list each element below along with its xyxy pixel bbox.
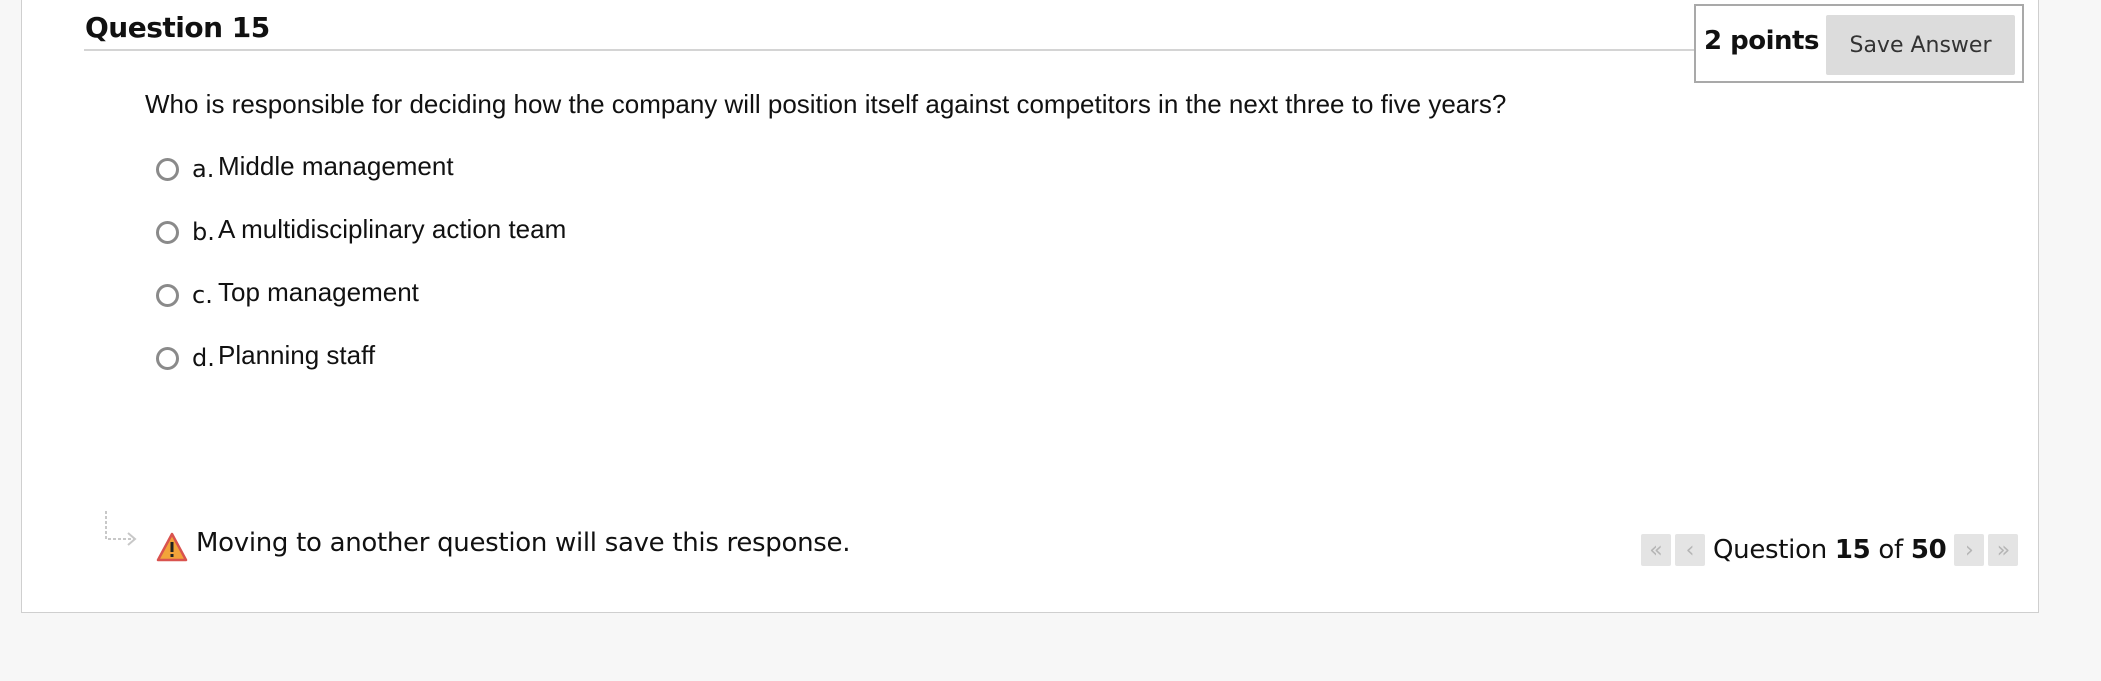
option-a[interactable]: a. Middle management <box>156 147 566 210</box>
first-question-button[interactable]: « <box>1641 534 1671 566</box>
radio-button[interactable] <box>156 158 179 181</box>
question-prompt: Who is responsible for deciding how the … <box>145 89 1507 119</box>
points-box: 2 points Save Answer <box>1694 4 2024 83</box>
option-b[interactable]: b. A multidisciplinary action team <box>156 210 566 273</box>
option-c[interactable]: c. Top management <box>156 273 566 336</box>
option-text: A multidisciplinary action team <box>218 214 567 244</box>
answer-options: a. Middle management b. A multidisciplin… <box>156 147 566 399</box>
nested-arrow-icon <box>105 511 137 546</box>
pager-current: 15 <box>1834 535 1871 565</box>
previous-question-button[interactable]: ‹ <box>1675 534 1705 566</box>
radio-button[interactable] <box>156 221 179 244</box>
radio-button[interactable] <box>156 284 179 307</box>
radio-button[interactable] <box>156 347 179 370</box>
question-pager: « ‹ Question 15 of 50 › » <box>1641 532 2022 568</box>
save-answer-button[interactable]: Save Answer <box>1826 15 2015 75</box>
question-title: Question 15 <box>85 11 270 44</box>
pager-label: Question 15 of 50 <box>1713 535 1947 565</box>
last-question-button[interactable]: » <box>1988 534 2019 566</box>
option-letter: a. <box>192 155 215 183</box>
points-label: 2 points <box>1704 26 1819 56</box>
question-header: Question 15 <box>84 9 1694 51</box>
pager-prefix: Question <box>1713 535 1827 565</box>
option-letter: c. <box>192 281 213 309</box>
option-letter: b. <box>192 218 215 246</box>
save-warning-text: Moving to another question will save thi… <box>196 528 851 558</box>
option-text: Middle management <box>218 151 454 181</box>
pager-total: 50 <box>1910 535 1947 565</box>
pager-of: of <box>1878 535 1903 565</box>
option-text: Top management <box>218 277 419 307</box>
option-letter: d. <box>192 344 215 372</box>
option-text: Planning staff <box>218 340 376 370</box>
question-card: Question 15 2 points Save Answer Who is … <box>21 0 2039 613</box>
warning-icon <box>156 532 188 562</box>
next-question-button[interactable]: › <box>1954 534 1985 566</box>
option-d[interactable]: d. Planning staff <box>156 336 566 399</box>
